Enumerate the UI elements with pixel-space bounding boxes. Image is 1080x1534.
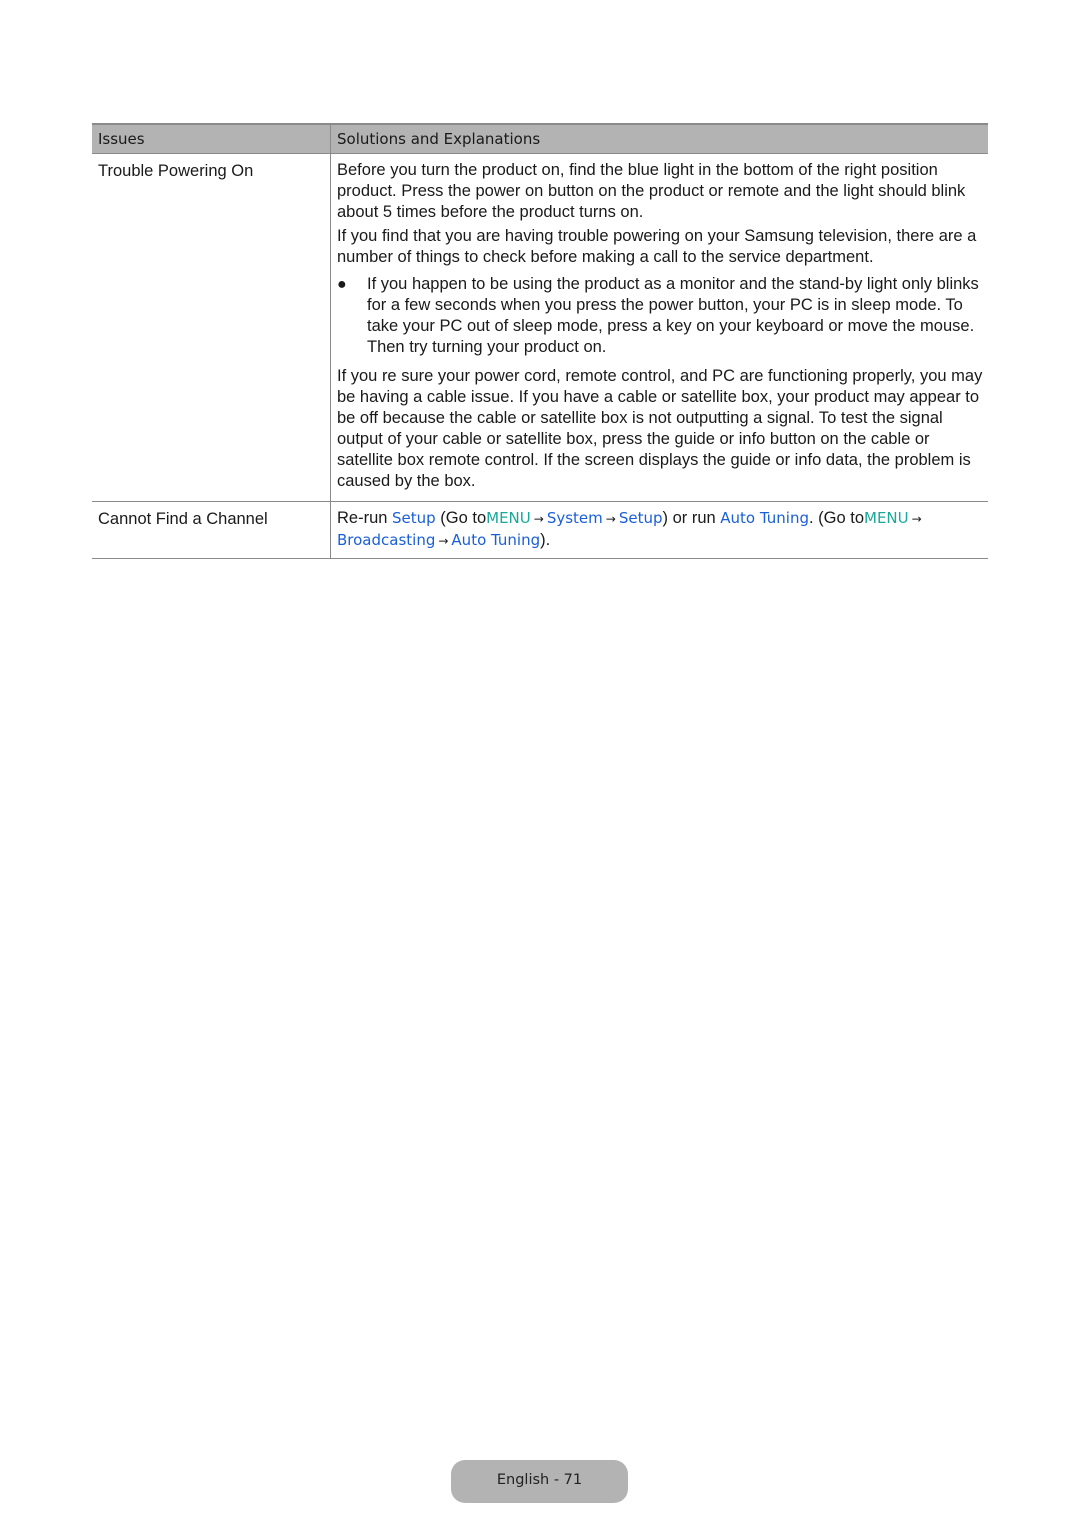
menu-link[interactable]: MENU	[486, 509, 531, 527]
system-link[interactable]: System	[547, 509, 603, 527]
broadcasting-link[interactable]: Broadcasting	[337, 531, 435, 549]
header-solutions: Solutions and Explanations	[337, 130, 541, 148]
auto-tuning-link[interactable]: Auto Tuning	[720, 509, 809, 527]
solution-cell: Re-run Setup (Go toMENU → System → Setup) or…	[331, 502, 988, 558]
menu-link[interactable]: MENU	[864, 509, 909, 527]
text: ) or run	[662, 509, 721, 527]
setup-link[interactable]: Setup	[392, 509, 436, 527]
bullet-icon: ●	[337, 276, 347, 293]
arrow-icon: →	[438, 534, 449, 548]
header-issues: Issues	[92, 125, 331, 153]
troubleshooting-table: Issues Solutions and Explanations Troubl…	[92, 123, 988, 559]
bullet-text: If you happen to be using the product as…	[367, 275, 979, 356]
table-row: Trouble Powering On Before you turn the …	[92, 154, 988, 502]
solution-paragraph: If you find that you are having trouble …	[337, 227, 977, 266]
bullet-item: ● If you happen to be using the product …	[337, 274, 984, 358]
issue-cell: Cannot Find a Channel	[92, 502, 331, 558]
solution-paragraph: If you re sure your power cord, remote c…	[337, 367, 983, 490]
text: (Go to	[435, 509, 487, 527]
solution-paragraph: Before you turn the product on, find the…	[337, 161, 966, 221]
table-header: Issues Solutions and Explanations	[92, 123, 988, 154]
table-row: Cannot Find a Channel Re-run Setup (Go t…	[92, 502, 988, 559]
setup-link[interactable]: Setup	[619, 509, 663, 527]
arrow-icon: →	[533, 512, 544, 526]
text: ).	[540, 531, 551, 549]
page-number-badge: English - 71	[451, 1460, 628, 1503]
solution-cell: Before you turn the product on, find the…	[331, 154, 988, 501]
arrow-icon: →	[911, 512, 922, 526]
text: Re-run	[337, 509, 393, 527]
text: . (Go to	[808, 509, 865, 527]
issue-cell: Trouble Powering On	[92, 154, 331, 501]
auto-tuning-link[interactable]: Auto Tuning	[451, 531, 540, 549]
arrow-icon: →	[605, 512, 616, 526]
